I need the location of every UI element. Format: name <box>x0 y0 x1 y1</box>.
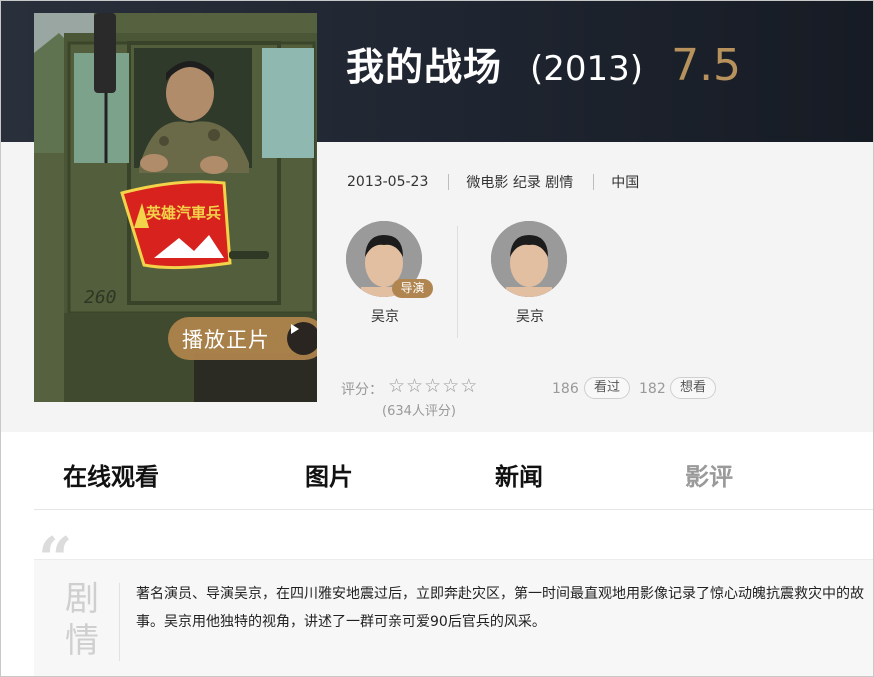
star-icon[interactable]: ☆ <box>424 376 441 396</box>
people-divider <box>457 226 458 338</box>
star-icon[interactable]: ☆ <box>442 376 459 396</box>
want-count: 182 <box>639 381 666 397</box>
release-date: 2013-05-23 <box>347 174 429 190</box>
plot-label-line2: 情 <box>65 621 99 661</box>
tab-pictures[interactable]: 图片 <box>305 457 353 492</box>
play-icon <box>287 322 317 355</box>
person-actor[interactable]: 吴京 <box>491 221 569 326</box>
play-button-label: 播放正片 <box>182 327 270 352</box>
movie-year: (2013) <box>530 49 644 89</box>
title-row: 我的战场 (2013) 7.5 <box>346 36 741 91</box>
movie-title: 我的战场 <box>346 45 503 89</box>
want-button[interactable]: 想看 <box>670 377 717 399</box>
rating-label: 评分： <box>341 382 383 398</box>
play-full-movie-button[interactable]: 播放正片 <box>168 317 317 360</box>
poster-truck-number: 260 <box>84 287 117 308</box>
avatar <box>491 221 567 297</box>
plot-label-line1: 剧 <box>65 579 99 619</box>
genres[interactable]: 微电影 纪录 剧情 <box>466 172 573 192</box>
poster-patch-text: 英雄汽車兵 <box>146 204 221 222</box>
rating-count: (634人评分) <box>382 404 456 419</box>
plot-text: 著名演员、导演吴京，在四川雅安地震过后，立即奔赴灾区，第一时间最直观地用影像记录… <box>136 586 864 630</box>
meta-separator <box>593 174 595 190</box>
star-icon[interactable]: ☆ <box>460 376 477 396</box>
watched-button[interactable]: 看过 <box>584 377 631 399</box>
rating-stars[interactable]: ☆ ☆ ☆ ☆ ☆ <box>388 376 477 396</box>
person-name: 吴京 <box>516 309 544 325</box>
star-icon[interactable]: ☆ <box>406 376 423 396</box>
tabs-divider <box>34 509 874 510</box>
plot-divider <box>119 583 120 661</box>
tab-reviews[interactable]: 影评 <box>685 457 733 492</box>
plot-label: 剧 情 <box>62 578 102 662</box>
meta-row: 2013-05-23 微电影 纪录 剧情 中国 <box>347 172 639 192</box>
tab-news[interactable]: 新闻 <box>495 457 543 492</box>
meta-separator <box>448 174 450 190</box>
director-badge: 导演 <box>392 279 433 298</box>
region[interactable]: 中国 <box>611 172 639 192</box>
watched-count: 186 <box>552 381 579 397</box>
person-director[interactable]: 吴京 <box>346 221 424 326</box>
star-icon[interactable]: ☆ <box>388 376 405 396</box>
movie-poster[interactable]: 英雄汽車兵 260 播放正片 <box>34 13 317 402</box>
person-name: 吴京 <box>371 309 399 325</box>
tab-online-watch[interactable]: 在线观看 <box>63 457 159 492</box>
movie-score: 7.5 <box>671 40 742 91</box>
